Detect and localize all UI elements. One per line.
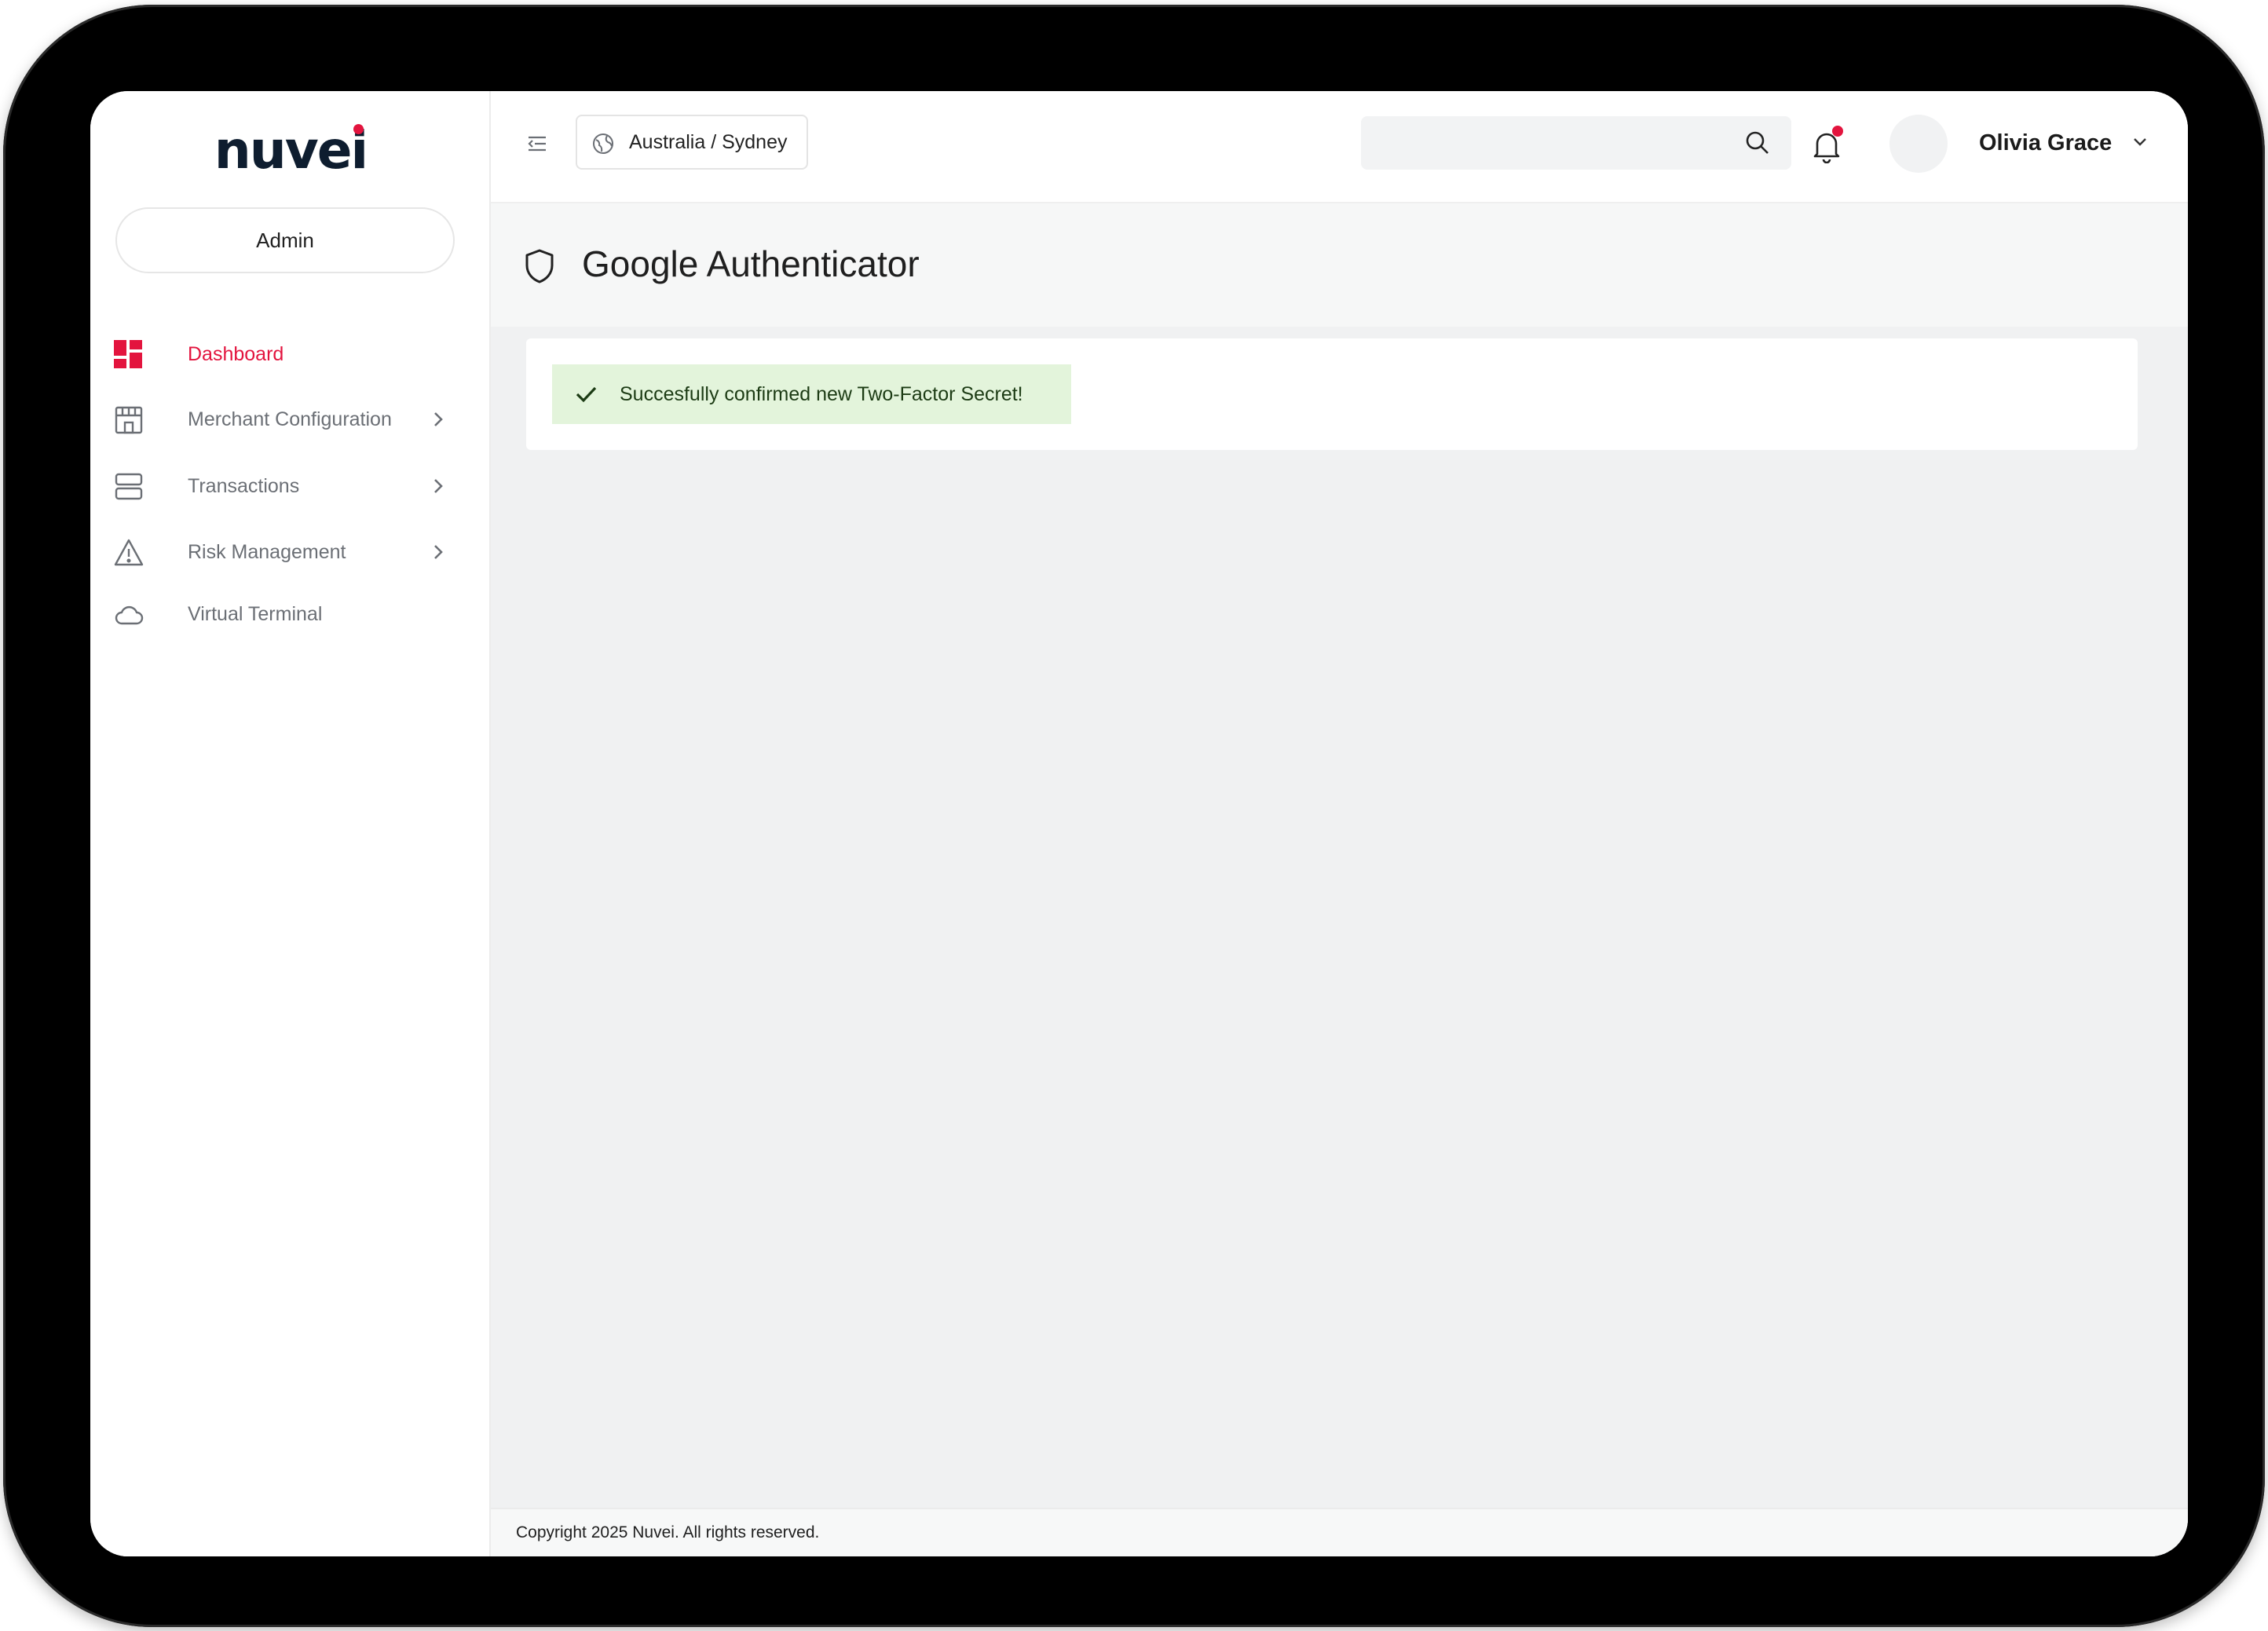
- role-label: Admin: [256, 228, 314, 252]
- page-title: Google Authenticator: [582, 243, 920, 284]
- sidebar-item-label: Merchant Configuration: [188, 408, 392, 430]
- sidebar-item-label: Risk Management: [188, 540, 346, 563]
- sidebar-item-risk-management[interactable]: Risk Management: [90, 525, 491, 580]
- timezone-selector[interactable]: Australia / Sydney: [576, 115, 808, 170]
- success-alert: Succesfully confirmed new Two-Factor Sec…: [552, 364, 1071, 424]
- store-icon: [115, 406, 143, 434]
- search-bar[interactable]: [1361, 116, 1791, 170]
- timezone-label: Australia / Sydney: [629, 130, 788, 153]
- sidebar-item-dashboard[interactable]: Dashboard: [90, 327, 491, 382]
- copyright-text: Copyright 2025 Nuvei. All rights reserve…: [516, 1523, 820, 1541]
- content-card: Succesfully confirmed new Two-Factor Sec…: [526, 338, 2138, 450]
- brand-logo[interactable]: nuvei: [90, 119, 491, 182]
- chevron-right-icon: [434, 412, 443, 426]
- search-input[interactable]: [1377, 116, 1722, 170]
- chevron-right-icon: [434, 545, 443, 559]
- collapse-menu-icon[interactable]: [525, 132, 549, 155]
- sidebar-item-transactions[interactable]: Transactions: [90, 459, 491, 514]
- sidebar-item-label: Dashboard: [188, 342, 284, 365]
- notification-badge: [1832, 126, 1843, 137]
- sidebar: nuvei Admin Dashboard Merchant Configura…: [90, 91, 491, 1556]
- avatar[interactable]: [1889, 115, 1948, 173]
- role-selector[interactable]: Admin: [115, 207, 455, 273]
- user-name[interactable]: Olivia Grace: [1979, 130, 2112, 156]
- chevron-right-icon: [434, 479, 443, 493]
- cloud-icon: [115, 605, 144, 625]
- check-icon: [576, 386, 597, 403]
- shield-icon: [525, 249, 554, 283]
- tablet-frame: nuvei Admin Dashboard Merchant Configura…: [3, 5, 2265, 1627]
- main-content: Google Authenticator Succesfully confirm…: [491, 203, 2188, 1556]
- dashboard-icon: [114, 340, 142, 368]
- logo-accent-dot: [353, 124, 364, 134]
- sidebar-item-label: Virtual Terminal: [188, 602, 323, 625]
- logo-text: nuvei: [214, 120, 368, 181]
- sidebar-item-merchant-configuration[interactable]: Merchant Configuration: [90, 392, 491, 447]
- sidebar-item-label: Transactions: [188, 474, 300, 497]
- footer: Copyright 2025 Nuvei. All rights reserve…: [491, 1508, 2188, 1556]
- globe-icon: [593, 133, 613, 154]
- alert-message: Succesfully confirmed new Two-Factor Sec…: [620, 382, 1023, 405]
- server-stack-icon: [115, 473, 143, 500]
- warning-icon: [114, 539, 144, 566]
- app-screen: nuvei Admin Dashboard Merchant Configura…: [90, 91, 2188, 1556]
- top-bar: Australia / Sydney Olivia Grace: [491, 91, 2188, 203]
- page-header: Google Authenticator: [491, 203, 2188, 327]
- search-icon[interactable]: [1744, 130, 1771, 156]
- chevron-down-icon[interactable]: [2128, 130, 2152, 154]
- sidebar-item-virtual-terminal[interactable]: Virtual Terminal: [90, 587, 491, 642]
